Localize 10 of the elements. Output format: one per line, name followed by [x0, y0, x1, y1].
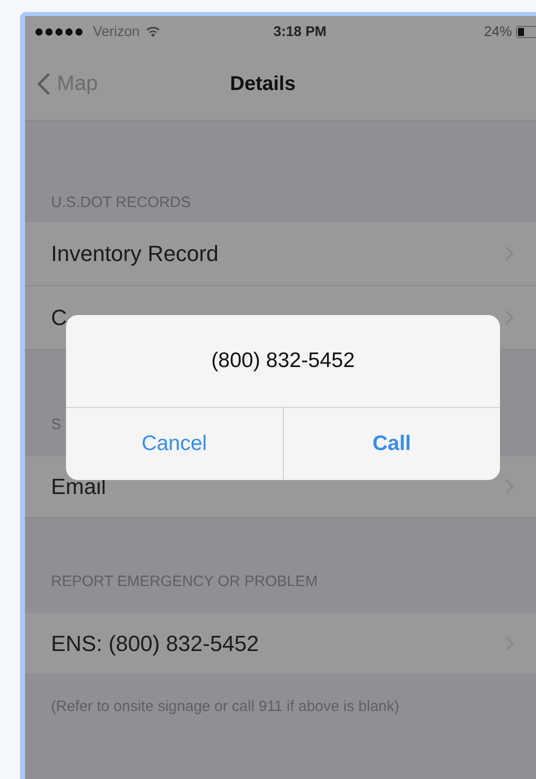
- back-chevron-icon: [37, 72, 51, 94]
- carrier-name: Verizon: [93, 22, 140, 41]
- wifi-icon: [146, 26, 160, 37]
- alert-button[interactable]: Call: [282, 408, 500, 480]
- table-row[interactable]: ENS: (800) 832-5452: [25, 613, 536, 675]
- alert-title: (800) 832-5452: [211, 348, 355, 374]
- table-row[interactable]: Inventory Record: [25, 222, 536, 286]
- clock-time: 3:18 PM: [272, 22, 328, 41]
- battery-percentage: 24%: [484, 22, 512, 41]
- screen-title: Details: [230, 72, 296, 96]
